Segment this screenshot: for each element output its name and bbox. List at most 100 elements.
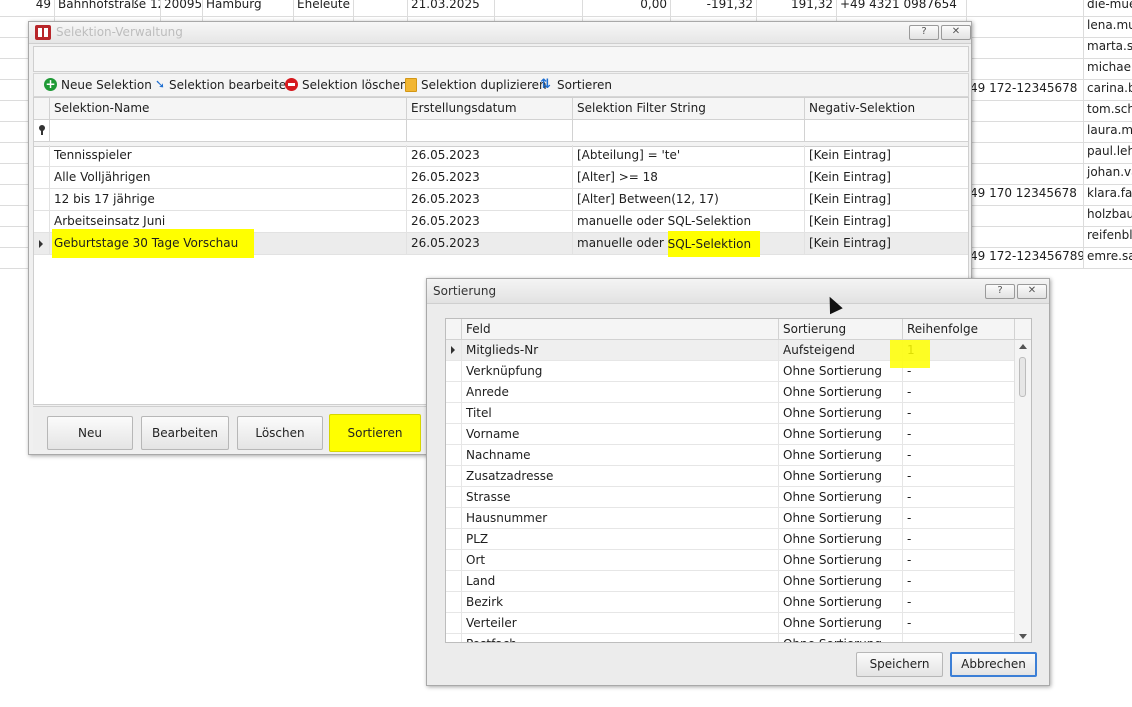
cell-field: Strasse [462, 487, 779, 507]
cell-filter: [Alter] Between(12, 17) [573, 189, 805, 210]
sheet-cell [967, 122, 1084, 142]
sort-row[interactable]: PostfachOhne Sortierung [446, 634, 1014, 642]
column-header-sort[interactable]: Sortierung [779, 319, 903, 339]
help-button[interactable]: ? [909, 25, 939, 40]
table-row-selected[interactable]: Geburtstage 30 Tage Vorschau 26.05.2023 … [34, 229, 968, 258]
current-row-caret-icon [451, 346, 455, 354]
close-button[interactable]: ✕ [1017, 284, 1047, 299]
column-header-negative[interactable]: Negativ-Selektion [805, 98, 968, 119]
delete-selection-tool[interactable]: Selektion löschen [285, 77, 408, 95]
column-header-date[interactable]: Erstellungsdatum [407, 98, 573, 119]
filter-row [34, 120, 968, 142]
cell-filter: [Alter] >= 18 [573, 167, 805, 188]
cell-sort: Ohne Sortierung [779, 445, 903, 465]
sheet-cell [967, 206, 1084, 226]
sort-button[interactable]: Sortieren [329, 414, 421, 452]
order-highlight [890, 340, 930, 368]
row-indicator [446, 529, 462, 549]
indicator-header [34, 98, 50, 119]
sort-row[interactable]: Nachname Ohne Sortierung - [446, 445, 1014, 466]
cell-order: - [907, 553, 912, 567]
edit-selection-label: Selektion bearbeiten [169, 78, 294, 92]
table-header: Selektion-Name Erstellungsdatum Selektio… [34, 98, 968, 120]
sort-row[interactable]: Titel Ohne Sortierung - [446, 403, 1014, 424]
sort-row[interactable]: Land Ohne Sortierung - [446, 571, 1014, 592]
sheet-cell: Eheleute [294, 0, 354, 16]
window-titlebar[interactable]: Selektion-Verwaltung ? ✕ [29, 22, 971, 44]
cell-order [903, 634, 1014, 642]
column-header-filter[interactable]: Selektion Filter String [573, 98, 805, 119]
cell-order: - [907, 616, 912, 630]
filter-cell-filter[interactable] [573, 120, 805, 141]
edit-button[interactable]: Bearbeiten [141, 416, 229, 450]
help-button[interactable]: ? [985, 284, 1015, 299]
cell-name: 12 bis 17 jährige [50, 189, 407, 210]
row-indicator [446, 634, 462, 642]
delete-button[interactable]: Löschen [237, 416, 323, 450]
sheet-cell: 21.03.2025 [408, 0, 495, 16]
cell-field: Ort [462, 550, 779, 570]
add-icon: + [44, 77, 57, 91]
filter-cell-date[interactable] [407, 120, 573, 141]
sort-row[interactable]: PLZ Ohne Sortierung - [446, 529, 1014, 550]
filter-cell-name[interactable] [50, 120, 407, 141]
close-button[interactable]: ✕ [941, 25, 971, 40]
table-row[interactable]: Alle Volljährigen 26.05.2023 [Alter] >= … [34, 167, 968, 189]
scroll-thumb[interactable] [1019, 357, 1026, 397]
sheet-cell: 191,32 [757, 0, 837, 16]
sort-tool[interactable]: ⇅ Sortieren [540, 77, 612, 95]
save-button[interactable]: Speichern [856, 652, 943, 677]
sheet-cell: marta.sc [1084, 38, 1132, 58]
cell-date: 26.05.2023 [407, 145, 573, 166]
row-indicator [446, 340, 462, 360]
duplicate-selection-tool[interactable]: Selektion duplizieren [405, 77, 547, 95]
sheet-cell [967, 227, 1084, 247]
sort-row[interactable]: Hausnummer Ohne Sortierung - [446, 508, 1014, 529]
table-row[interactable]: Tennisspieler 26.05.2023 [Abteilung] = '… [34, 145, 968, 167]
sort-row[interactable]: Zusatzadresse Ohne Sortierung - [446, 466, 1014, 487]
cell-sort: Ohne Sortierung [779, 466, 903, 486]
column-header-field[interactable]: Feld [462, 319, 779, 339]
edit-selection-tool[interactable]: ➘ Selektion bearbeiten [155, 77, 294, 95]
cell-filter: manuelle oder SQL-Selektion [573, 231, 805, 257]
column-header-order[interactable]: Reihenfolge [903, 319, 1015, 339]
row-indicator [34, 167, 50, 188]
cancel-button[interactable]: Abbrechen [950, 652, 1037, 677]
delete-icon [285, 78, 298, 91]
sheet-cell: die-muel [1084, 0, 1132, 16]
vertical-scrollbar[interactable] [1014, 340, 1031, 642]
table-row[interactable]: 12 bis 17 jährige 26.05.2023 [Alter] Bet… [34, 189, 968, 211]
new-selection-tool[interactable]: + Neue Selektion [44, 77, 152, 95]
cell-negative: [Kein Eintrag] [809, 214, 891, 228]
pencil-icon: ➘ [155, 77, 166, 91]
column-header-name[interactable]: Selektion-Name [50, 98, 407, 119]
cell-name: Alle Volljährigen [50, 167, 407, 188]
sheet-cell [967, 101, 1084, 121]
app-logo-icon [35, 25, 51, 40]
sort-row[interactable]: Strasse Ohne Sortierung - [446, 487, 1014, 508]
sort-row[interactable]: Ort Ohne Sortierung - [446, 550, 1014, 571]
sort-row[interactable]: Vorname Ohne Sortierung - [446, 424, 1014, 445]
cell-field: Bezirk [462, 592, 779, 612]
row-indicator [446, 466, 462, 486]
cell-date: 26.05.2023 [407, 167, 573, 188]
cell-order: - [907, 469, 912, 483]
dialog-titlebar[interactable]: Sortierung ? ✕ [427, 279, 1049, 304]
cell-sort: Ohne Sortierung [779, 571, 903, 591]
cell-sort: Ohne Sortierung [779, 550, 903, 570]
new-button[interactable]: Neu [47, 416, 133, 450]
scroll-up-icon[interactable] [1019, 344, 1027, 349]
sort-row[interactable]: Bezirk Ohne Sortierung - [446, 592, 1014, 613]
filter-cell-negative[interactable] [805, 120, 968, 141]
cell-order: - [907, 427, 912, 441]
cell-date: 26.05.2023 [407, 233, 573, 254]
sheet-cell [967, 59, 1084, 79]
cell-sort: Aufsteigend [779, 340, 903, 360]
cell-order: - [907, 385, 912, 399]
scroll-down-icon[interactable] [1019, 634, 1027, 639]
sort-row[interactable]: Anrede Ohne Sortierung - [446, 382, 1014, 403]
filter-row-indicator [34, 120, 50, 141]
cell-sort: Ohne Sortierung [779, 529, 903, 549]
cell-negative: [Kein Eintrag] [809, 192, 891, 206]
sort-row[interactable]: Verteiler Ohne Sortierung - [446, 613, 1014, 634]
